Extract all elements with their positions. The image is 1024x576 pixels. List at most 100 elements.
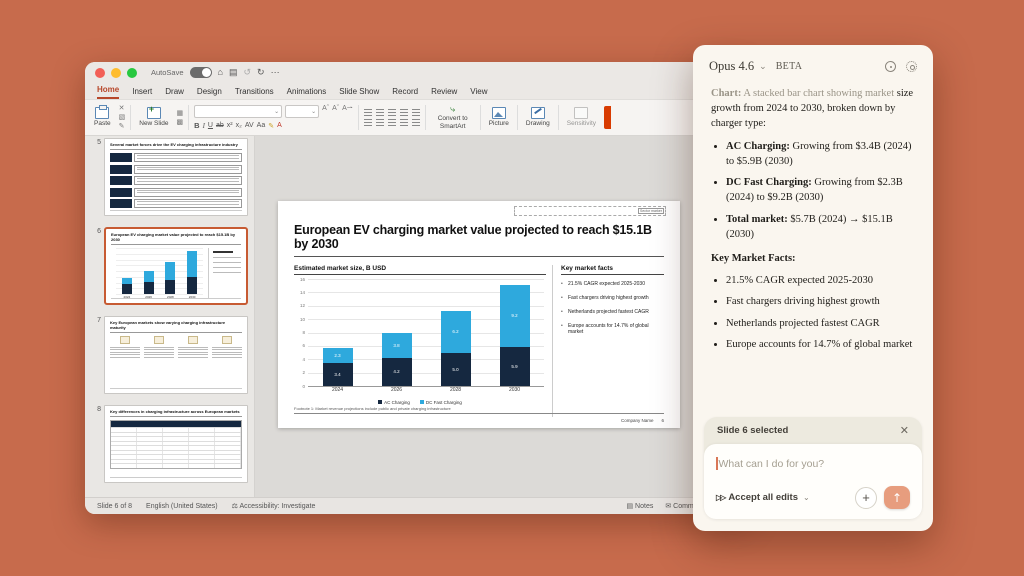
drawing-button[interactable]: Drawing bbox=[523, 102, 553, 133]
history-icon[interactable] bbox=[885, 61, 896, 72]
bar-segment[interactable] bbox=[165, 280, 175, 294]
font-color-button[interactable]: A bbox=[277, 122, 282, 129]
model-name[interactable]: Opus 4.6 bbox=[709, 59, 754, 74]
reset-icon[interactable]: ▩ bbox=[177, 119, 184, 126]
bar-segment[interactable]: 9.2 bbox=[500, 285, 530, 347]
shrink-font-icon[interactable]: Aˇ bbox=[332, 105, 339, 118]
bar-segment[interactable] bbox=[187, 277, 197, 294]
autosave-toggle[interactable] bbox=[190, 67, 212, 78]
tab-home[interactable]: Home bbox=[97, 85, 119, 99]
new-slide-button[interactable]: New Slide bbox=[136, 102, 171, 133]
save-icon[interactable]: ▤ bbox=[229, 68, 238, 77]
sector-marker-placeholder[interactable]: Sector marker bbox=[514, 206, 666, 216]
notes-button[interactable]: ▤ Notes bbox=[626, 502, 653, 510]
justify-icon[interactable] bbox=[400, 119, 408, 126]
stacked-bar-chart[interactable]: 02468101214163.42.320244.23.820265.06.22… bbox=[294, 279, 544, 396]
indent-increase-icon[interactable] bbox=[400, 109, 408, 116]
layout-icon[interactable]: ▦ bbox=[177, 110, 184, 117]
sector-marker-label: Sector marker bbox=[638, 208, 664, 214]
tab-transitions[interactable]: Transitions bbox=[235, 87, 274, 99]
format-painter-icon[interactable]: ✎ bbox=[119, 123, 126, 130]
strikethrough-button[interactable]: ab bbox=[216, 122, 224, 129]
home-icon[interactable]: ⌂ bbox=[218, 68, 223, 77]
attach-button[interactable]: + bbox=[855, 487, 877, 509]
change-case-button[interactable]: Aa bbox=[257, 122, 266, 129]
font-size-combo[interactable]: ⌄ bbox=[285, 105, 319, 118]
bar-segment[interactable]: 4.2 bbox=[382, 358, 412, 386]
window-titlebar: AutoSave ⌂ ▤ ↺ ↻ ⋯ bbox=[85, 62, 747, 83]
slide-canvas[interactable]: Sector marker European EV charging marke… bbox=[278, 201, 680, 428]
bar-segment[interactable] bbox=[165, 262, 175, 280]
send-button[interactable]: ↑ bbox=[884, 486, 910, 509]
superscript-button[interactable]: x² bbox=[227, 122, 233, 129]
picture-button[interactable]: Picture bbox=[486, 102, 512, 133]
language-label[interactable]: English (United States) bbox=[146, 503, 218, 510]
subscript-button[interactable]: x₂ bbox=[236, 122, 242, 129]
copy-icon[interactable]: ▧ bbox=[119, 114, 126, 121]
close-icon[interactable]: ✕ bbox=[900, 424, 909, 437]
cut-icon[interactable]: ✕ bbox=[119, 105, 126, 112]
tab-draw[interactable]: Draw bbox=[165, 87, 184, 99]
bar-segment[interactable]: 2.3 bbox=[323, 348, 353, 363]
tab-review[interactable]: Review bbox=[431, 87, 457, 99]
legend-item: DC Fast Charging bbox=[420, 400, 462, 405]
bar-segment[interactable] bbox=[122, 278, 132, 285]
more-icon[interactable]: ⋯ bbox=[271, 68, 280, 77]
slide-thumbnail-5[interactable]: Several market forces drive the EV charg… bbox=[104, 138, 248, 216]
align-center-icon[interactable] bbox=[376, 119, 384, 126]
bold-button[interactable]: B bbox=[194, 121, 199, 130]
bar-segment[interactable]: 5.0 bbox=[441, 353, 471, 386]
bar-segment[interactable] bbox=[187, 251, 197, 277]
tab-design[interactable]: Design bbox=[197, 87, 222, 99]
char-spacing-button[interactable]: AV bbox=[245, 122, 254, 129]
divider bbox=[558, 105, 559, 130]
highlight-button[interactable]: ✎ bbox=[268, 122, 274, 130]
paste-button[interactable]: Paste bbox=[91, 102, 114, 133]
zoom-window-button[interactable] bbox=[127, 68, 137, 78]
indent-decrease-icon[interactable] bbox=[388, 109, 396, 116]
bar-segment[interactable]: 6.2 bbox=[441, 311, 471, 352]
sensitivity-button[interactable]: Sensitivity bbox=[564, 102, 599, 133]
addins-button-partial[interactable] bbox=[604, 106, 611, 129]
bar-segment[interactable]: 3.4 bbox=[323, 363, 353, 386]
prompt-input[interactable]: What can I do for you? bbox=[716, 457, 910, 470]
tab-view[interactable]: View bbox=[470, 87, 487, 99]
slide-thumbnail-6[interactable]: European EV charging market value projec… bbox=[104, 227, 248, 305]
line-spacing-icon[interactable] bbox=[412, 109, 420, 116]
convert-smartart-button[interactable]: ⤷ Convert to SmartArt bbox=[431, 102, 475, 133]
clear-format-icon[interactable]: A⇀ bbox=[342, 105, 353, 118]
redo-icon[interactable]: ↻ bbox=[257, 68, 265, 77]
italic-button[interactable]: I bbox=[203, 122, 205, 130]
underline-button[interactable]: U bbox=[208, 122, 213, 129]
slide-thumbnail-8[interactable]: Key differences in charging infrastructu… bbox=[104, 405, 248, 483]
bar-segment[interactable] bbox=[144, 271, 154, 282]
model-chevron-down-icon[interactable]: ⌄ bbox=[759, 61, 767, 72]
key-facts-section[interactable]: Key market facts 21.5% CAGR expected 202… bbox=[559, 265, 664, 417]
tab-record[interactable]: Record bbox=[392, 87, 418, 99]
chart-section[interactable]: Estimated market size, B USD 02468101214… bbox=[294, 265, 546, 417]
text-direction-icon[interactable] bbox=[412, 119, 420, 126]
bar-segment[interactable] bbox=[122, 284, 132, 294]
bar-segment[interactable] bbox=[144, 282, 154, 294]
font-name-combo[interactable]: ⌄ bbox=[194, 105, 282, 118]
align-left-icon[interactable] bbox=[364, 119, 372, 126]
close-window-button[interactable] bbox=[95, 68, 105, 78]
bar-segment[interactable]: 5.9 bbox=[500, 347, 530, 386]
bullets-icon[interactable] bbox=[364, 109, 372, 116]
bar-segment[interactable]: 3.8 bbox=[382, 333, 412, 358]
accept-all-edits-button[interactable]: ▷▷ Accept all edits ⌄ bbox=[716, 492, 810, 503]
composer-bottom: ▷▷ Accept all edits ⌄ + ↑ bbox=[716, 486, 910, 509]
grow-font-icon[interactable]: Aˆ bbox=[322, 105, 329, 118]
minimize-window-button[interactable] bbox=[111, 68, 121, 78]
slide-thumbnail-7[interactable]: Key European markets show varying chargi… bbox=[104, 316, 248, 394]
numbering-icon[interactable] bbox=[376, 109, 384, 116]
undo-icon[interactable]: ↺ bbox=[243, 68, 251, 77]
accessibility-label[interactable]: ⚖ Accessibility: Investigate bbox=[232, 502, 316, 510]
composer: Slide 6 selected ✕ What can I do for you… bbox=[704, 417, 922, 519]
tab-animations[interactable]: Animations bbox=[287, 87, 327, 99]
tab-insert[interactable]: Insert bbox=[132, 87, 152, 99]
gear-icon[interactable] bbox=[906, 61, 917, 72]
tab-slide-show[interactable]: Slide Show bbox=[339, 87, 379, 99]
align-right-icon[interactable] bbox=[388, 119, 396, 126]
slide-title[interactable]: European EV charging market value projec… bbox=[294, 223, 664, 251]
